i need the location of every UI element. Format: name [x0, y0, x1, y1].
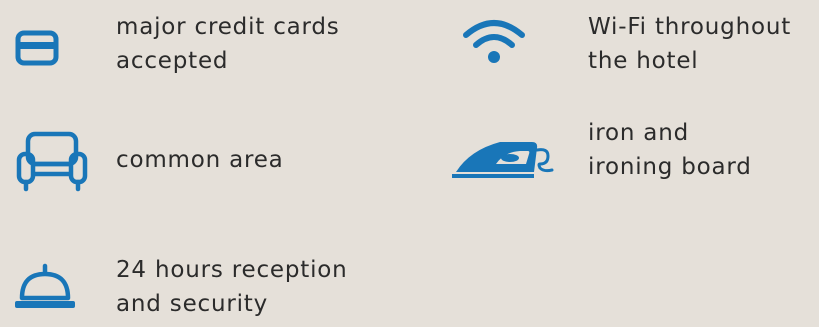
amenity-reception-line-2: and security: [116, 291, 269, 317]
amenity-reception-label: 24 hours reception and security: [116, 253, 348, 321]
iron-icon: [452, 142, 554, 178]
amenity-wifi-line-1: Wi-Fi throughout: [588, 14, 792, 40]
amenity-iron-line-2: ironing board: [588, 154, 752, 180]
amenity-common-area-label: common area: [116, 143, 284, 177]
amenity-wifi-line-2: the hotel: [588, 48, 699, 74]
amenity-reception-line-1: 24 hours reception: [116, 257, 348, 283]
amenity-iron-line-1: iron and: [588, 120, 689, 146]
amenity-credit-cards-label: major credit cards accepted: [116, 10, 340, 78]
amenity-credit-cards-line-1: major credit cards: [116, 14, 340, 40]
amenity-wifi-label: Wi-Fi throughout the hotel: [588, 10, 791, 78]
credit-card-icon: [15, 30, 59, 66]
amenity-credit-cards-line-2: accepted: [116, 48, 229, 74]
amenities-panel: { "accent_color": "#1976b8", "background…: [0, 0, 819, 327]
amenity-common-area-line-1: common area: [116, 147, 284, 173]
amenity-iron-label: iron and ironing board: [588, 116, 752, 184]
armchair-icon: [16, 131, 88, 192]
wifi-icon: [463, 20, 525, 63]
reception-bell-icon: [15, 263, 75, 308]
